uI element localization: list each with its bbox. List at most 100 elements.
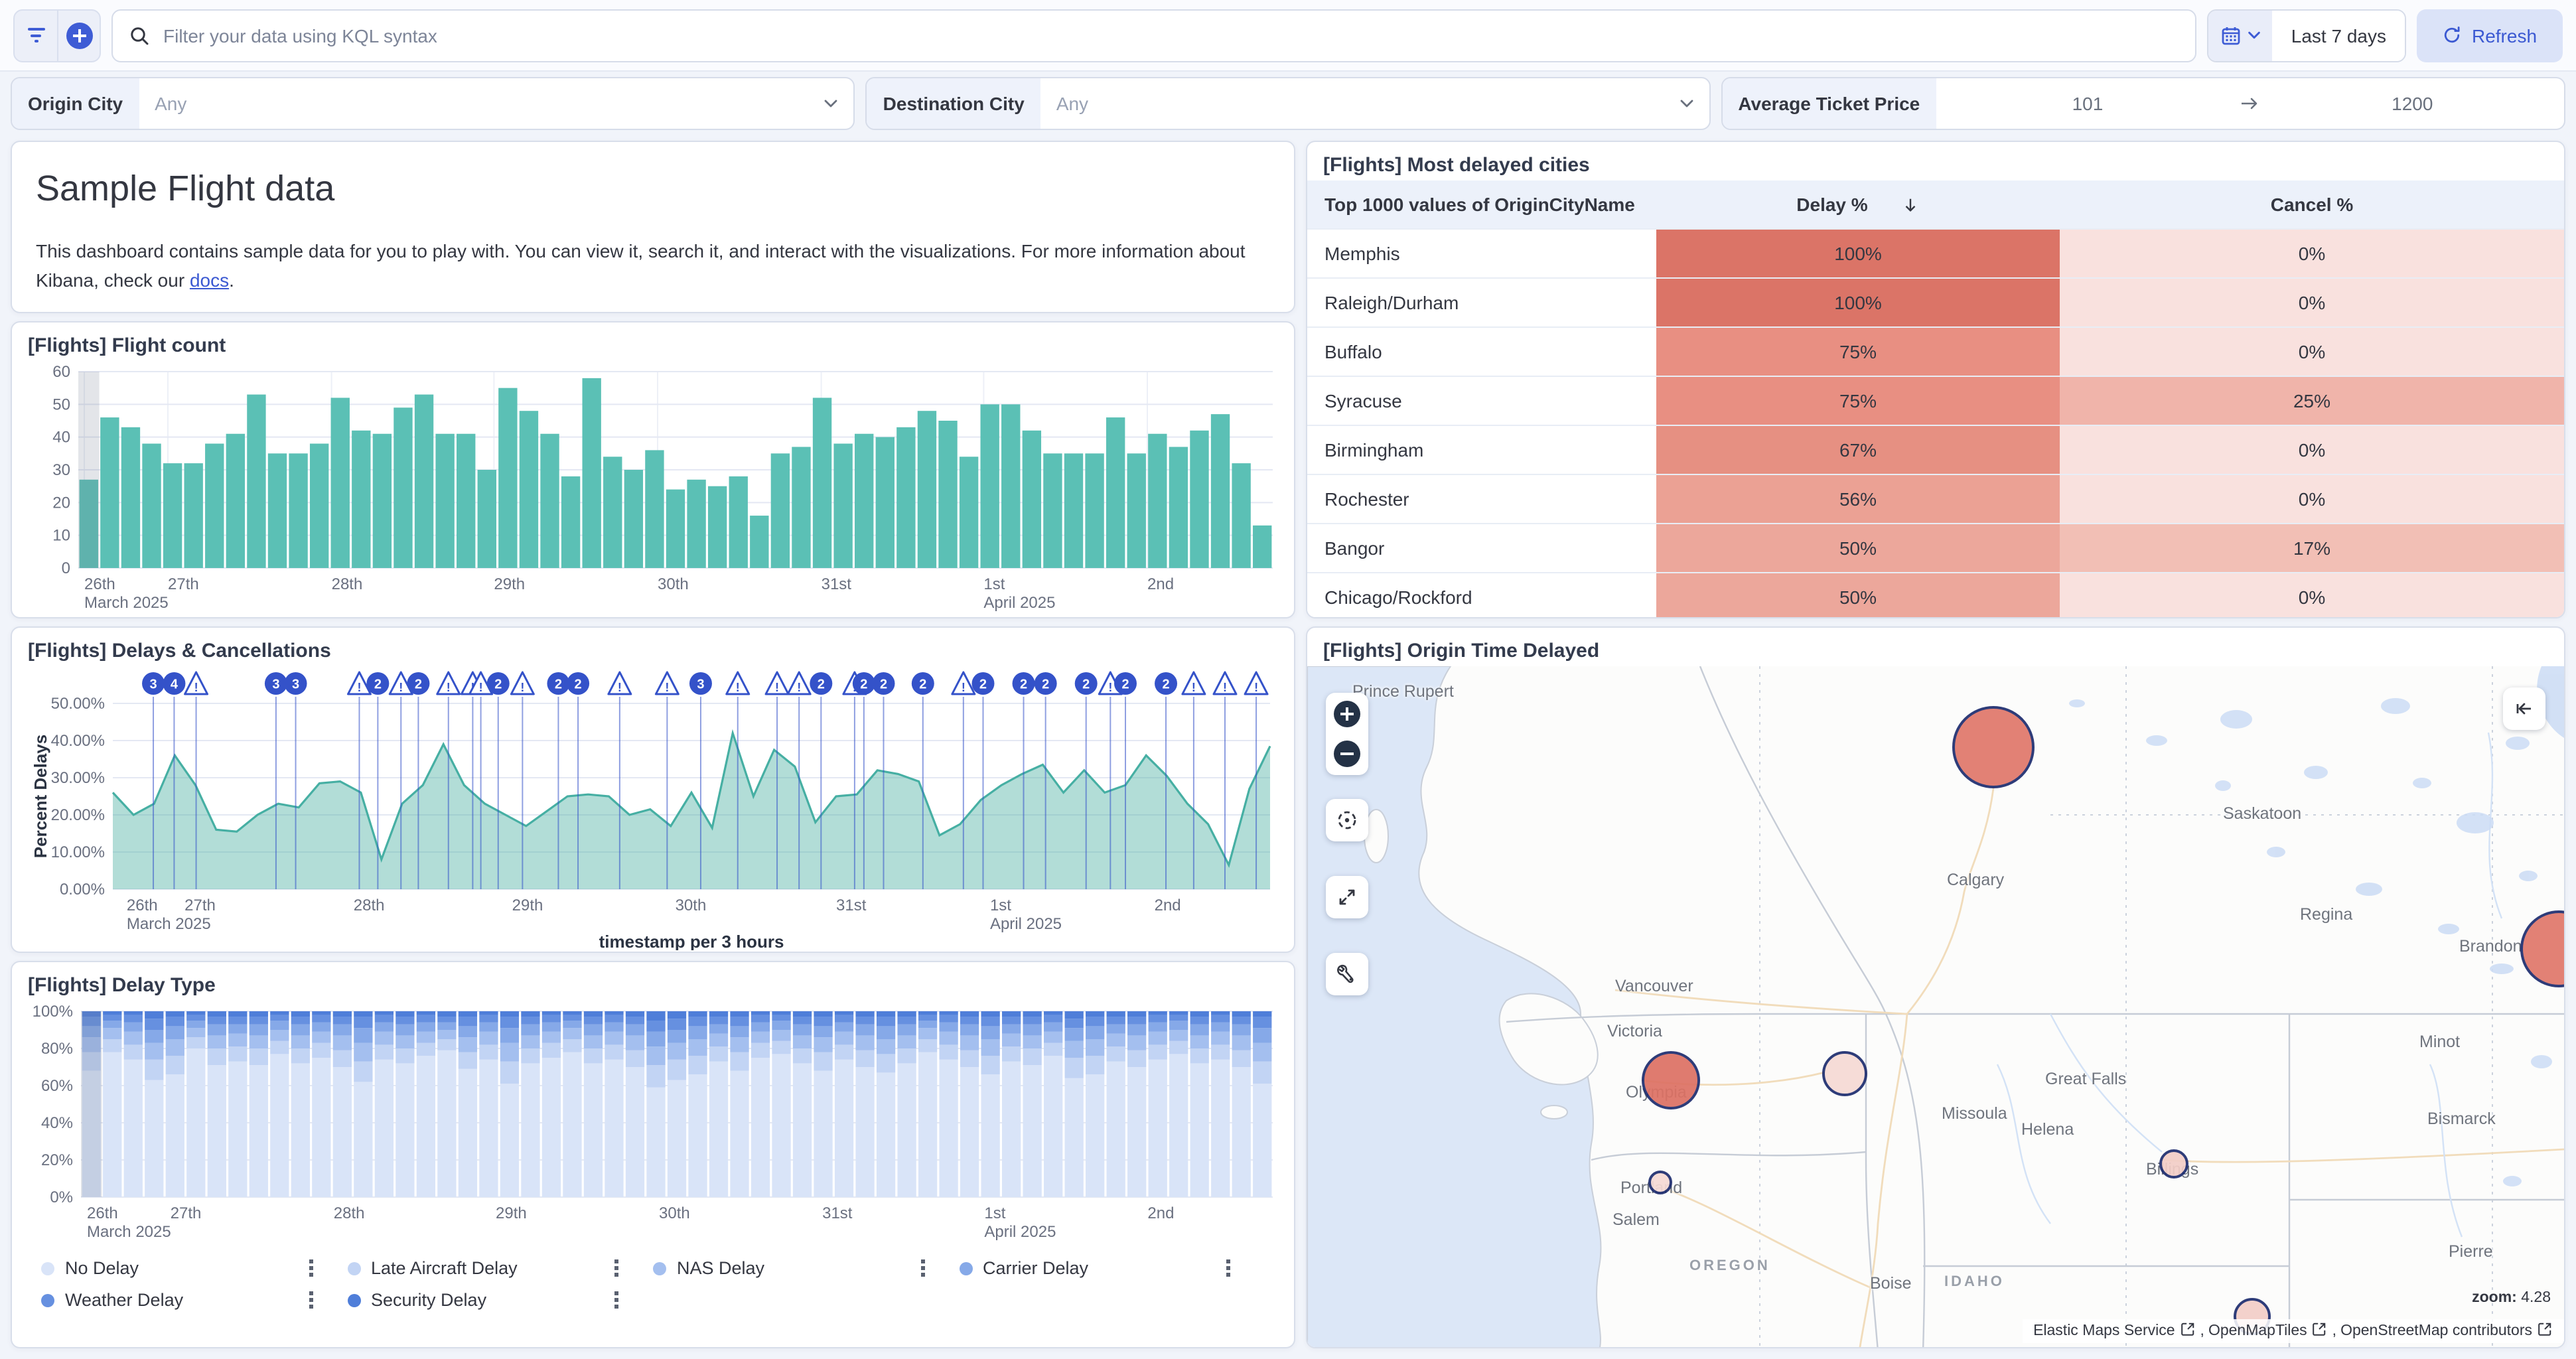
stack-segment[interactable] (1127, 1050, 1146, 1067)
expand-button[interactable] (1326, 876, 1368, 918)
attribution-link[interactable]: OpenStreetMap contributors (2340, 1323, 2532, 1339)
delay-cell[interactable]: 75% (1656, 377, 2060, 425)
stack-segment[interactable] (1232, 1035, 1251, 1050)
stack-segment[interactable] (1044, 1043, 1062, 1056)
stack-segment[interactable] (103, 1011, 121, 1015)
stack-segment[interactable] (709, 1062, 728, 1197)
stack-segment[interactable] (1169, 1021, 1188, 1030)
stack-segment[interactable] (730, 1071, 749, 1197)
stack-segment[interactable] (626, 1017, 644, 1024)
stack-segment[interactable] (521, 1063, 539, 1197)
stack-segment[interactable] (250, 1065, 268, 1197)
stack-segment[interactable] (459, 1052, 477, 1069)
stack-segment[interactable] (459, 1037, 477, 1052)
stack-segment[interactable] (1149, 1032, 1167, 1045)
stack-segment[interactable] (186, 1021, 205, 1028)
stack-segment[interactable] (793, 1011, 812, 1017)
stack-segment[interactable] (1086, 1056, 1104, 1074)
stack-segment[interactable] (1149, 1011, 1167, 1015)
stack-segment[interactable] (1190, 1063, 1209, 1197)
stack-segment[interactable] (688, 1017, 707, 1026)
stack-segment[interactable] (855, 1017, 874, 1024)
stack-segment[interactable] (939, 1015, 958, 1023)
bar[interactable] (980, 404, 999, 568)
stack-segment[interactable] (145, 1011, 163, 1019)
stack-segment[interactable] (1065, 1058, 1084, 1078)
stack-segment[interactable] (688, 1074, 707, 1197)
stack-segment[interactable] (521, 1035, 539, 1048)
bar[interactable] (918, 411, 936, 568)
stack-segment[interactable] (186, 1037, 205, 1048)
cancel-cell[interactable]: 0% (2060, 573, 2564, 618)
stack-segment[interactable] (855, 1011, 874, 1017)
stack-segment[interactable] (877, 1017, 895, 1026)
origin-city-control[interactable]: Origin City Any (11, 77, 855, 130)
stack-segment[interactable] (166, 1017, 184, 1026)
stack-segment[interactable] (228, 1017, 247, 1024)
stack-segment[interactable] (417, 1015, 435, 1023)
stack-segment[interactable] (1253, 1011, 1271, 1017)
stack-segment[interactable] (417, 1023, 435, 1032)
stack-segment[interactable] (793, 1017, 812, 1024)
stack-segment[interactable] (417, 1056, 435, 1197)
stack-segment[interactable] (542, 1058, 561, 1197)
stack-segment[interactable] (605, 1011, 623, 1015)
city-cell[interactable]: Syracuse (1307, 377, 1656, 425)
attribution-link[interactable]: Elastic Maps Service (2033, 1323, 2175, 1339)
stacked-bar-series[interactable] (82, 1011, 1272, 1197)
city-cell[interactable]: Memphis (1307, 230, 1656, 277)
stack-segment[interactable] (124, 1032, 143, 1045)
stack-segment[interactable] (814, 1071, 832, 1197)
stack-segment[interactable] (563, 1015, 581, 1021)
stack-segment[interactable] (877, 1072, 895, 1197)
stack-segment[interactable] (186, 1028, 205, 1037)
stack-segment[interactable] (124, 1023, 143, 1032)
stack-segment[interactable] (584, 1025, 603, 1036)
stack-segment[interactable] (793, 1063, 812, 1197)
bar[interactable] (205, 444, 224, 568)
stack-segment[interactable] (186, 1015, 205, 1021)
stack-segment[interactable] (417, 1032, 435, 1043)
kql-search-input[interactable] (161, 23, 2180, 47)
stack-segment[interactable] (103, 1039, 121, 1052)
stack-segment[interactable] (981, 1026, 999, 1039)
stack-segment[interactable] (563, 1021, 581, 1028)
stack-segment[interactable] (1002, 1025, 1021, 1034)
stack-segment[interactable] (542, 1023, 561, 1032)
stack-segment[interactable] (1169, 1030, 1188, 1041)
city-cell[interactable]: Bangor (1307, 524, 1656, 572)
stack-segment[interactable] (751, 1015, 770, 1023)
stack-segment[interactable] (646, 1065, 665, 1088)
stack-segment[interactable] (354, 1011, 372, 1017)
bar[interactable] (938, 421, 957, 568)
stack-segment[interactable] (1107, 1062, 1125, 1197)
legend-label[interactable]: NAS Delay (677, 1258, 910, 1278)
stack-segment[interactable] (1044, 1011, 1062, 1015)
stack-segment[interactable] (877, 1039, 895, 1054)
stack-segment[interactable] (730, 1026, 749, 1037)
delay-cell[interactable]: 50% (1656, 573, 2060, 618)
stack-segment[interactable] (291, 1025, 310, 1036)
stack-segment[interactable] (1002, 1011, 1021, 1017)
stack-segment[interactable] (1002, 1034, 1021, 1047)
stack-segment[interactable] (145, 1043, 163, 1060)
stack-segment[interactable] (688, 1056, 707, 1074)
stack-segment[interactable] (668, 1011, 686, 1019)
stack-segment[interactable] (835, 1011, 853, 1015)
stack-segment[interactable] (542, 1032, 561, 1043)
stack-segment[interactable] (751, 1043, 770, 1058)
bar[interactable] (1023, 431, 1041, 568)
ticket-price-max[interactable]: 1200 (2261, 93, 2564, 114)
stack-segment[interactable] (730, 1052, 749, 1071)
stack-segment[interactable] (668, 1060, 686, 1080)
stack-segment[interactable] (333, 1067, 352, 1197)
stack-segment[interactable] (897, 1025, 916, 1036)
stack-segment[interactable] (1169, 1011, 1188, 1015)
stack-segment[interactable] (793, 1025, 812, 1036)
stack-segment[interactable] (646, 1032, 665, 1046)
stack-segment[interactable] (897, 1063, 916, 1197)
stack-segment[interactable] (291, 1048, 310, 1063)
bar[interactable] (1232, 463, 1250, 568)
stack-segment[interactable] (1086, 1011, 1104, 1017)
stack-segment[interactable] (918, 1039, 937, 1052)
